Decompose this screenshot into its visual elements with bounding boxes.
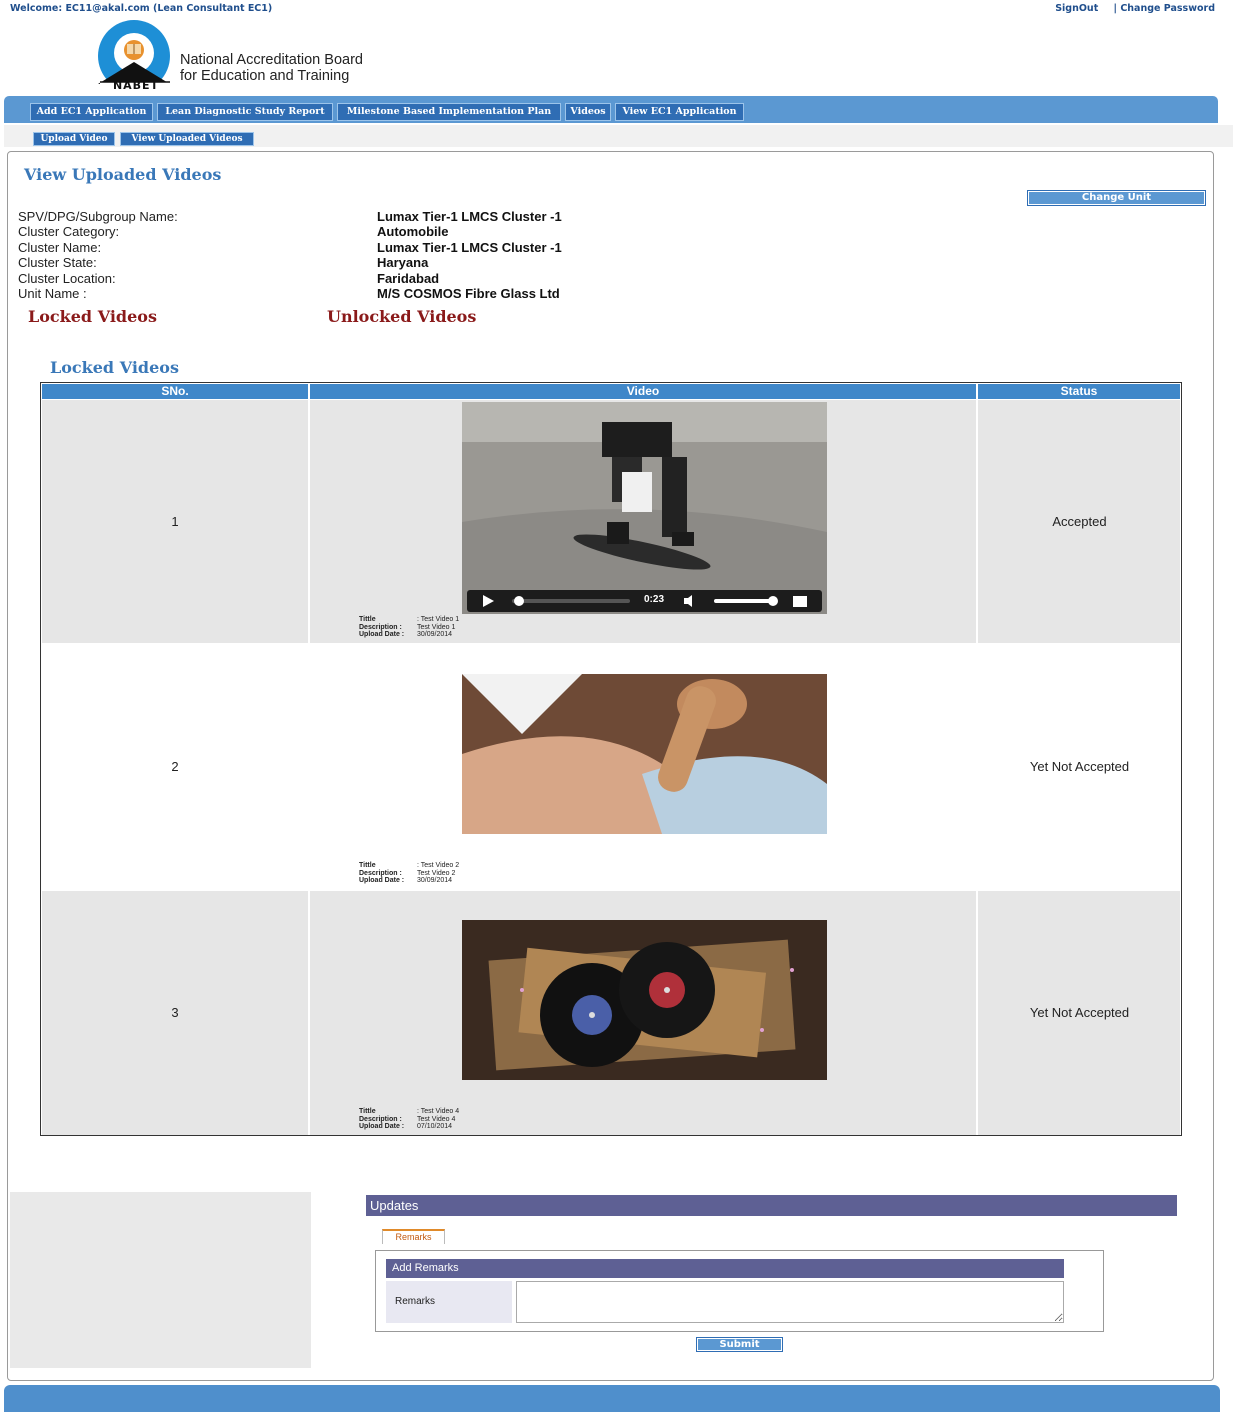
- info-label-spv: SPV/DPG/Subgroup Name:: [18, 209, 178, 224]
- meta-title-value: : Test Video 2: [417, 862, 460, 869]
- org-name: National Accreditation Board for Educati…: [180, 52, 363, 84]
- info-label-unit-name: Unit Name :: [18, 286, 87, 301]
- info-label-category: Cluster Category:: [18, 224, 120, 239]
- remarks-label: Remarks: [386, 1281, 512, 1323]
- table-row: 1 Accepted 0:23 Tittle: Test Video 1 De…: [41, 400, 1181, 643]
- video-player[interactable]: [462, 674, 827, 834]
- meta-title-label: Tittle: [359, 1108, 376, 1115]
- meta-upload-date-label: Upload Date :: [359, 877, 405, 884]
- submit-button[interactable]: Submit: [696, 1337, 783, 1352]
- org-name-line2: for Education and Training: [180, 68, 350, 84]
- info-label-cluster-name: Cluster Name:: [18, 240, 102, 255]
- row-sno: 3: [171, 1005, 179, 1020]
- meta-description-label: Description :: [359, 1115, 402, 1123]
- footer-bar: [4, 1385, 1220, 1412]
- meta-description-value: Test Video 1: [417, 623, 456, 631]
- welcome-text: Welcome: EC11@akal.com (Lean Consultant …: [10, 3, 273, 14]
- video-thumbnail-records: [462, 920, 827, 1080]
- video-meta: Tittle : Test Video 4 Description : Test V…: [359, 1108, 459, 1131]
- info-value-cluster-name: Lumax Tier-1 LMCS Cluster -1: [377, 240, 562, 255]
- nav-milestone-implementation-plan[interactable]: Milestone Based Implementation Plan: [337, 103, 561, 121]
- meta-title-value: : Test Video 1: [417, 616, 460, 623]
- video-meta: Tittle : Test Video 1 Description : Test V…: [359, 616, 459, 639]
- row-status: Yet Not Accepted: [1029, 759, 1130, 774]
- meta-description-label: Description :: [359, 623, 402, 631]
- sub-nav: Upload Video View Uploaded Videos: [4, 125, 1233, 147]
- column-header-status: Status: [978, 384, 1180, 399]
- meta-upload-date-value: 30/09/2014: [417, 631, 453, 638]
- top-bar: Welcome: EC11@akal.com (Lean Consultant …: [0, 0, 1233, 18]
- remarks-textarea[interactable]: [516, 1281, 1064, 1323]
- updates-header: Updates: [366, 1195, 1177, 1216]
- nav-lean-diagnostic-study-report[interactable]: Lean Diagnostic Study Report: [157, 103, 333, 121]
- meta-description-value: Test Video 2: [417, 869, 456, 877]
- row-sno: 2: [171, 759, 179, 774]
- meta-upload-date-value: 30/09/2014: [417, 877, 453, 884]
- main-nav: Add EC1 Application Lean Diagnostic Stud…: [4, 96, 1218, 123]
- video-controls: 0:23: [467, 590, 822, 612]
- meta-description-label: Description :: [359, 869, 402, 877]
- play-icon: [483, 595, 494, 607]
- subnav-view-uploaded-videos[interactable]: View Uploaded Videos: [120, 132, 254, 146]
- column-header-video: Video: [310, 384, 976, 399]
- tab-remarks[interactable]: Remarks: [382, 1229, 445, 1244]
- meta-title-label: Tittle: [359, 616, 376, 623]
- subnav-upload-video[interactable]: Upload Video: [33, 132, 115, 146]
- page-title: View Uploaded Videos: [24, 165, 222, 184]
- video-player[interactable]: 0:23: [462, 402, 827, 614]
- nav-view-ec1-application[interactable]: View EC1 Application: [615, 103, 744, 121]
- meta-upload-date-value: 07/10/2014: [417, 1123, 453, 1130]
- info-label-state: Cluster State:: [18, 255, 97, 270]
- column-header-sno: SNo.: [42, 384, 308, 399]
- video-player[interactable]: [462, 920, 827, 1080]
- change-unit-button[interactable]: Change Unit: [1027, 190, 1206, 206]
- signout-link[interactable]: SignOut: [1055, 3, 1098, 14]
- video-thumbnail-skateboard: [462, 402, 827, 614]
- meta-title-value: : Test Video 4: [417, 1108, 460, 1115]
- meta-description-value: Test Video 4: [417, 1115, 456, 1123]
- logo-text: NABET: [112, 79, 160, 92]
- meta-upload-date-label: Upload Date :: [359, 631, 405, 638]
- info-label-location: Cluster Location:: [18, 271, 116, 286]
- video-meta: Tittle : Test Video 2 Description : Test V…: [359, 862, 459, 885]
- video-thumbnail-hand: [462, 674, 827, 834]
- nav-add-ec1-application[interactable]: Add EC1 Application: [30, 103, 153, 121]
- add-remarks-header: Add Remarks: [386, 1259, 1064, 1278]
- nabet-logo: NABET: [92, 20, 182, 94]
- fullscreen-icon: [793, 596, 807, 607]
- change-password-link[interactable]: | Change Password: [1114, 3, 1215, 14]
- tab-locked-videos[interactable]: Locked Videos: [28, 307, 157, 326]
- table-row: 2 Yet Not Accepted Tittle : Test Video 2 …: [41, 645, 1181, 889]
- tab-unlocked-videos[interactable]: Unlocked Videos: [327, 307, 476, 326]
- locked-videos-table: SNo. Video Status 1 Accepted 0:23 Tittle…: [40, 382, 1182, 1136]
- info-value-location: Faridabad: [377, 271, 440, 286]
- top-links: SignOut | Change Password: [1055, 3, 1215, 14]
- meta-upload-date-label: Upload Date :: [359, 1123, 405, 1130]
- row-status: Accepted: [1052, 514, 1107, 529]
- info-value-state: Haryana: [377, 255, 429, 270]
- row-sno: 1: [171, 514, 179, 529]
- table-row: 3 Yet Not Accepted Tittle : Test Video 4 …: [41, 891, 1181, 1135]
- meta-title-label: Tittle: [359, 862, 376, 869]
- info-value-spv: Lumax Tier-1 LMCS Cluster -1: [377, 209, 562, 224]
- info-value-category: Automobile: [377, 224, 449, 239]
- info-value-unit-name: M/S COSMOS Fibre Glass Ltd: [377, 286, 560, 301]
- left-sidebar-panel: [10, 1192, 311, 1368]
- row-status: Yet Not Accepted: [1029, 1005, 1130, 1020]
- locked-videos-heading: Locked Videos: [50, 358, 179, 377]
- video-time: 0:23: [644, 594, 665, 605]
- volume-icon: [684, 595, 692, 607]
- org-name-line1: National Accreditation Board: [180, 52, 363, 68]
- nav-videos[interactable]: Videos: [565, 103, 611, 121]
